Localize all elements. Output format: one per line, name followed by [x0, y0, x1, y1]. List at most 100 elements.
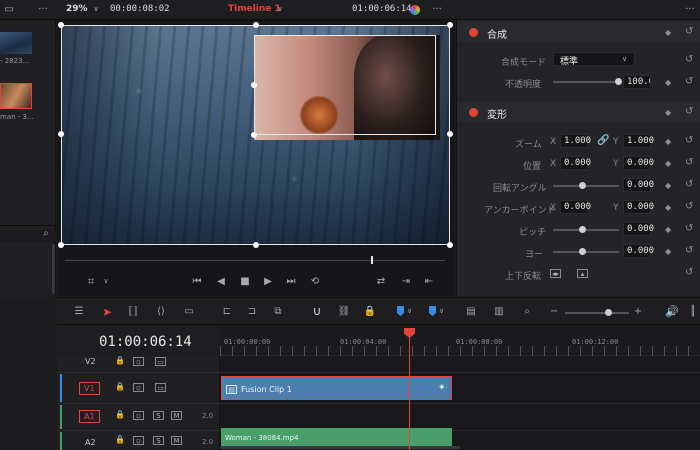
timeline-chevron-down-icon[interactable]: ∨	[276, 5, 284, 13]
viewer-more-icon[interactable]: ···	[430, 4, 444, 16]
color-wheel-icon[interactable]	[410, 5, 420, 15]
lock-icon[interactable]: 🔒	[115, 411, 125, 419]
video-enable-icon[interactable]: ▭	[155, 357, 166, 366]
zoom-y-value[interactable]: 1.000	[623, 134, 654, 148]
timeline-ruler[interactable]: 01:00:00:00 01:00:04:00 01:00:08:00 01:0…	[220, 326, 700, 356]
zoom-out-icon[interactable]: −	[549, 305, 559, 319]
transform-handle[interactable]	[58, 242, 64, 248]
reset-icon[interactable]: ↺	[685, 157, 693, 168]
snapping-magnet-icon[interactable]: ∪	[310, 304, 324, 318]
overwrite-clip-icon[interactable]: ⊐	[244, 305, 260, 319]
next-edit-icon[interactable]: ⇥	[400, 276, 412, 288]
play-reverse-icon[interactable]: ◀	[215, 276, 227, 288]
mode-chevron-down-icon[interactable]: ∨	[102, 277, 110, 285]
clip-thumbnail[interactable]	[0, 32, 32, 54]
scrubber-playhead[interactable]	[371, 256, 373, 264]
pip-handle[interactable]	[251, 82, 257, 88]
track-header-v2[interactable]: V2 🔒 ▫ ▭	[57, 356, 220, 370]
transform-handle[interactable]	[447, 242, 453, 248]
transform-handle[interactable]	[253, 242, 259, 248]
rotation-slider-knob[interactable]	[579, 182, 586, 189]
transform-handle[interactable]	[447, 22, 453, 28]
transform-enable-toggle[interactable]	[469, 108, 478, 117]
reset-icon[interactable]: ↺	[685, 179, 693, 190]
link-icon[interactable]: 🔗	[597, 136, 609, 146]
composite-enable-toggle[interactable]	[469, 28, 478, 37]
transform-handle[interactable]	[58, 22, 64, 28]
zoom-x-value[interactable]: 1.000	[560, 134, 591, 148]
lock-icon[interactable]: 🔒	[115, 436, 125, 444]
trim-tool-icon[interactable]: ⟦⟧	[125, 305, 141, 319]
zoom-in-icon[interactable]: +	[633, 305, 643, 319]
composite-section-header[interactable]: 合成 ◆ ↺	[457, 22, 700, 42]
yaw-slider-knob[interactable]	[579, 248, 586, 255]
reset-icon[interactable]: ↺	[685, 54, 693, 65]
replace-clip-icon[interactable]: ⧉	[270, 305, 286, 319]
loop-icon[interactable]: ⟲	[308, 276, 322, 288]
timeline-name[interactable]: Timeline 1	[228, 4, 281, 14]
timeline-scrollbar[interactable]	[220, 446, 460, 449]
inspector-more-icon[interactable]: ···	[683, 4, 697, 16]
linked-selection-icon[interactable]: ⛓	[337, 305, 351, 319]
mute-button[interactable]: M	[171, 436, 182, 445]
timeline-zoom-knob[interactable]	[605, 309, 612, 316]
transform-handle[interactable]	[58, 131, 64, 137]
anchor-y-value[interactable]: 0.000	[623, 200, 654, 214]
layout-toggle-icon[interactable]: ▭	[3, 5, 15, 15]
solo-button[interactable]: S	[153, 411, 164, 420]
opacity-slider-track[interactable]	[553, 81, 619, 83]
marker-icon[interactable]	[429, 306, 436, 316]
pitch-slider-knob[interactable]	[579, 226, 586, 233]
track-id[interactable]: A1	[79, 410, 100, 423]
pip-handle[interactable]	[251, 132, 257, 138]
detail-zoom-icon[interactable]: ▥	[491, 305, 507, 319]
reset-icon[interactable]: ↺	[685, 106, 693, 117]
keyframe-diamond-icon[interactable]: ◆	[665, 225, 671, 234]
auto-select-icon[interactable]: ▫	[133, 383, 144, 392]
position-y-value[interactable]: 0.000	[623, 156, 654, 170]
mixer-icon[interactable]: ║	[687, 305, 699, 319]
keyframe-diamond-icon[interactable]: ◆	[665, 247, 671, 256]
video-enable-icon[interactable]: ▭	[155, 383, 166, 392]
transform-section-header[interactable]: 変形 ◆ ↺	[457, 102, 700, 122]
keyframe-diamond-icon[interactable]: ◆	[665, 108, 671, 117]
yaw-value[interactable]: 0.000	[623, 244, 654, 258]
yaw-slider-track[interactable]	[553, 251, 619, 253]
go-to-start-icon[interactable]: ⏮	[190, 276, 204, 288]
scrollbar[interactable]	[52, 244, 55, 294]
auto-select-icon[interactable]: ▫	[133, 357, 144, 366]
opacity-value[interactable]: 100.00	[623, 75, 651, 89]
transform-handle[interactable]	[447, 131, 453, 137]
reset-icon[interactable]: ↺	[685, 223, 693, 234]
reset-icon[interactable]: ↺	[685, 135, 693, 146]
keyframe-diamond-icon[interactable]: ◆	[665, 28, 671, 37]
flip-vertical-icon[interactable]: ▴	[577, 269, 588, 278]
blade-tool-icon[interactable]: ▭	[181, 305, 197, 319]
track-lanes[interactable]: ▤ Fusion Clip 1 ✦ Woman - 38084.mp4	[220, 356, 700, 450]
dynamic-trim-icon[interactable]: ⟨⟩	[153, 305, 169, 319]
audio-speaker-icon[interactable]: 🔊	[665, 304, 679, 318]
timeline-view-icon[interactable]: ☰	[71, 306, 87, 318]
audio-clip[interactable]: Woman - 38084.mp4	[221, 428, 452, 446]
full-zoom-icon[interactable]: ▤	[463, 305, 479, 319]
zoom-chevron-down-icon[interactable]: ∨	[92, 5, 100, 13]
pitch-slider-track[interactable]	[553, 229, 619, 231]
stop-icon[interactable]: ■	[239, 276, 251, 288]
lock-icon[interactable]: 🔒	[115, 383, 125, 391]
auto-select-icon[interactable]: ▫	[133, 411, 144, 420]
fusion-clip[interactable]: ▤ Fusion Clip 1 ✦	[221, 376, 452, 400]
auto-select-icon[interactable]: ▫	[133, 436, 144, 445]
reset-icon[interactable]: ↺	[685, 76, 693, 87]
pitch-value[interactable]: 0.000	[623, 222, 654, 236]
keyframe-diamond-icon[interactable]: ◆	[665, 181, 671, 190]
reset-icon[interactable]: ↺	[685, 26, 693, 37]
custom-zoom-icon[interactable]: ⌕	[519, 305, 535, 319]
transform-handle[interactable]	[253, 22, 259, 28]
flag-chevron-down-icon[interactable]: ∨	[407, 308, 412, 315]
anchor-x-value[interactable]: 0.000	[560, 200, 591, 214]
flip-horizontal-icon[interactable]: ◂▸	[550, 269, 561, 278]
viewer-scrubber[interactable]	[65, 260, 445, 261]
track-header-a2[interactable]: A2 🔒 ▫ S M 2.0	[57, 432, 220, 450]
reset-icon[interactable]: ↺	[685, 267, 693, 278]
out-point-icon[interactable]: ⇤	[423, 276, 435, 288]
